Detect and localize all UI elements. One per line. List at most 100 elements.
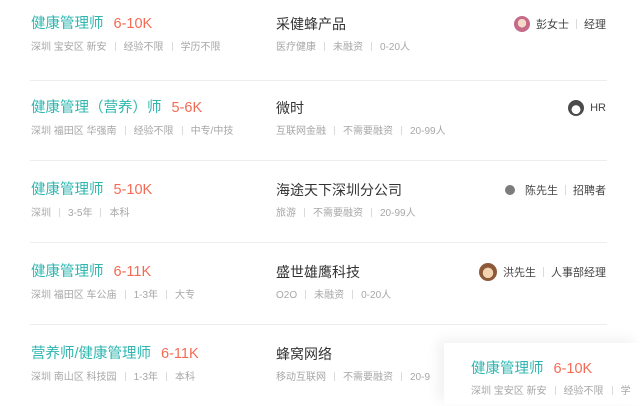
salary-label: 6-10K xyxy=(113,16,153,32)
row-divider xyxy=(30,80,607,81)
divider xyxy=(59,208,60,217)
job-row[interactable]: 健康管理师 5-10K 深圳 3-5年 本科 海途天下深圳分公司 旅游 不需要融资 20-… xyxy=(0,160,640,242)
male-avatar-icon xyxy=(479,263,497,281)
company-name-link[interactable]: 盛世雄鹰科技 xyxy=(276,262,360,282)
recruiter-info[interactable]: 陈先生 招聘者 xyxy=(505,180,606,200)
salary-label: 6-10K xyxy=(553,361,593,377)
recruiter-name: 彭女士 xyxy=(536,19,569,31)
divider xyxy=(124,372,126,381)
company-name-link[interactable]: 海途天下深圳分公司 xyxy=(276,180,402,200)
job-requirements: 深圳 3-5年 本科 xyxy=(31,207,129,221)
job-title-link[interactable]: 健康管理师 xyxy=(31,182,104,198)
recruiter-info[interactable]: 彭女士 经理 xyxy=(514,14,606,34)
job-title-link[interactable]: 营养师/健康管理师 xyxy=(31,346,151,362)
job-location: 深圳 xyxy=(31,208,51,219)
company-info: 移动互联网 不需要融资 20-9 xyxy=(276,371,430,385)
user-silhouette-icon xyxy=(505,185,515,195)
job-location: 深圳 南山区 科技园 xyxy=(31,372,117,383)
job-education: 本科 xyxy=(175,372,196,383)
company-size: 0-20人 xyxy=(380,42,411,53)
job-education: 学历不限 xyxy=(180,42,221,53)
job-experience: 3-5年 xyxy=(68,208,93,219)
overlay-job-card[interactable]: 健康管理师 6-10K 深圳 宝安区 新安 经验不限 学 xyxy=(444,343,640,404)
divider xyxy=(171,42,173,51)
divider xyxy=(166,290,168,299)
salary-label: 5-10K xyxy=(113,182,153,198)
job-requirements: 深圳 福田区 华强南 经验不限 中专/中技 xyxy=(31,125,233,139)
company-size: 0-20人 xyxy=(361,290,392,301)
company-name-link[interactable]: 采健蜂产品 xyxy=(276,14,346,34)
job-location: 深圳 宝安区 新安 xyxy=(31,42,107,53)
recruiter-name: 洪先生 xyxy=(503,267,536,279)
job-title-line[interactable]: 健康管理师 5-10K xyxy=(31,180,152,200)
divider xyxy=(371,42,372,51)
company-size: 20-9 xyxy=(410,372,431,383)
divider xyxy=(324,42,325,51)
job-title-link[interactable]: 健康管理师 xyxy=(31,264,104,280)
company-industry: 互联网金融 xyxy=(276,126,326,137)
company-info: O2O 未融资 0-20人 xyxy=(276,289,391,303)
divider xyxy=(181,126,183,135)
divider xyxy=(304,208,305,217)
company-industry: 医疗健康 xyxy=(276,42,316,53)
job-experience: 1-3年 xyxy=(133,290,159,301)
job-location: 深圳 福田区 车公庙 xyxy=(31,290,117,301)
divider xyxy=(554,386,556,395)
job-location: 深圳 宝安区 新安 xyxy=(471,386,547,397)
job-row[interactable]: 健康管理（营养）师 5-6K 深圳 福田区 华强南 经验不限 中专/中技 微时 互联网… xyxy=(0,80,640,162)
job-title-link[interactable]: 健康管理师 xyxy=(31,16,104,32)
company-funding: 未融资 xyxy=(314,290,345,301)
job-title-link[interactable]: 健康管理（营养）师 xyxy=(31,100,162,116)
company-name-link[interactable]: 蜂窝网络 xyxy=(276,344,332,364)
divider xyxy=(100,208,102,217)
job-row[interactable]: 健康管理师 6-11K 深圳 福田区 车公庙 1-3年 大专 盛世雄鹰科技 O2O 未融… xyxy=(0,242,640,324)
company-funding: 不需要融资 xyxy=(343,126,393,137)
job-experience: 经验不限 xyxy=(563,386,604,397)
company-funding: 不需要融资 xyxy=(343,372,393,383)
company-info: 旅游 不需要融资 20-99人 xyxy=(276,207,416,221)
recruiter-role: 招聘者 xyxy=(573,185,606,197)
company-funding: 未融资 xyxy=(333,42,363,53)
divider xyxy=(166,372,168,381)
recruiter-role: 人事部经理 xyxy=(551,267,606,279)
divider xyxy=(565,185,566,195)
job-education: 学 xyxy=(620,386,631,397)
divider xyxy=(334,372,335,381)
company-name-link[interactable]: 微时 xyxy=(276,98,304,118)
job-title-line[interactable]: 健康管理师 6-10K xyxy=(471,359,592,379)
recruiter-info[interactable]: HR xyxy=(568,98,606,118)
job-requirements: 深圳 南山区 科技园 1-3年 本科 xyxy=(31,371,195,385)
recruiter-info[interactable]: 洪先生 人事部经理 xyxy=(479,262,606,282)
divider xyxy=(543,267,544,277)
job-title-line[interactable]: 健康管理师 6-10K xyxy=(31,14,152,34)
divider xyxy=(124,290,126,299)
recruiter-role: HR xyxy=(590,102,606,114)
job-location: 深圳 福田区 华强南 xyxy=(31,126,117,137)
recruiter-role: 经理 xyxy=(584,19,606,31)
job-title-link[interactable]: 健康管理师 xyxy=(471,361,544,377)
divider xyxy=(401,126,402,135)
job-title-line[interactable]: 健康管理（营养）师 5-6K xyxy=(31,98,202,118)
job-title-line[interactable]: 营养师/健康管理师 6-11K xyxy=(31,344,199,364)
row-divider xyxy=(30,324,607,325)
divider xyxy=(401,372,402,381)
divider xyxy=(611,386,613,395)
divider xyxy=(371,208,372,217)
divider xyxy=(305,290,307,299)
job-requirements: 深圳 福田区 车公庙 1-3年 大专 xyxy=(31,289,195,303)
row-divider xyxy=(30,242,607,243)
company-info: 医疗健康 未融资 0-20人 xyxy=(276,41,410,55)
company-industry: 旅游 xyxy=(276,208,296,219)
divider xyxy=(576,19,577,29)
divider xyxy=(114,42,116,51)
job-row[interactable]: 健康管理师 6-10K 深圳 宝安区 新安 经验不限 学历不限 采健蜂产品 医疗健康 未… xyxy=(0,0,640,82)
company-industry: 移动互联网 xyxy=(276,372,326,383)
divider xyxy=(334,126,335,135)
job-experience: 经验不限 xyxy=(123,42,164,53)
row-divider xyxy=(30,160,607,161)
salary-label: 5-6K xyxy=(171,100,203,116)
job-title-line[interactable]: 健康管理师 6-11K xyxy=(31,262,151,282)
cartoon-avatar-icon xyxy=(568,100,585,116)
job-education: 大专 xyxy=(175,290,196,301)
recruiter-name: 陈先生 xyxy=(525,185,558,197)
